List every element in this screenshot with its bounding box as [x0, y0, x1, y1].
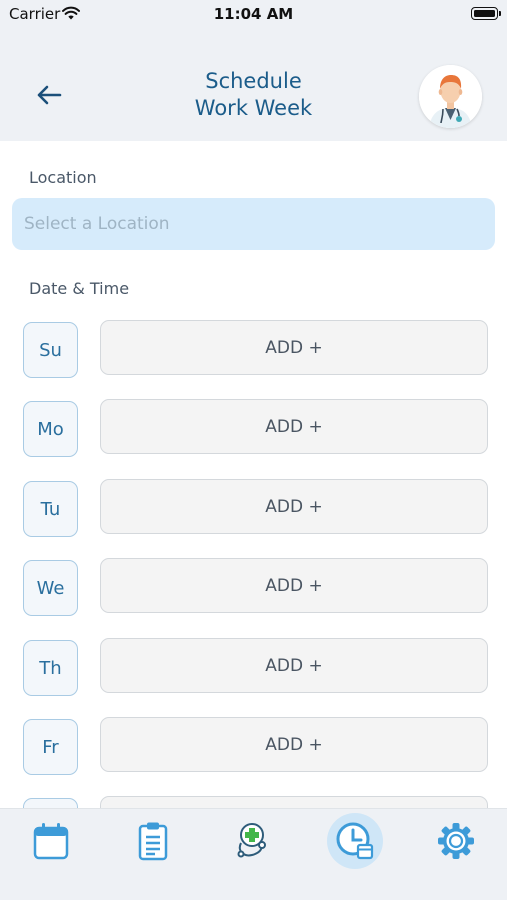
add-time-button-monday[interactable]: ADD +	[100, 399, 488, 454]
back-button[interactable]	[34, 80, 64, 110]
gear-icon	[438, 823, 474, 859]
tab-clipboard[interactable]	[125, 813, 181, 869]
calendar-icon	[33, 823, 69, 860]
page-title-line-2: Work Week	[194, 96, 313, 120]
day-badge-monday[interactable]: Mo	[23, 401, 78, 457]
tab-schedule[interactable]	[327, 813, 383, 869]
page-title-line-1: Schedule	[205, 69, 302, 93]
add-time-button-friday[interactable]: ADD +	[100, 717, 488, 772]
location-select-input[interactable]	[12, 198, 495, 250]
add-time-button-tuesday[interactable]: ADD +	[100, 479, 488, 534]
add-time-button-wednesday[interactable]: ADD +	[100, 558, 488, 613]
avatar[interactable]	[419, 65, 482, 128]
add-time-button-thursday[interactable]: ADD +	[100, 638, 488, 693]
arrow-left-icon	[37, 85, 62, 105]
page-title: Schedule Work Week	[120, 68, 387, 122]
clock-time: 11:04 AM	[213, 5, 294, 23]
battery-icon	[471, 7, 501, 20]
date-time-label: Date & Time	[29, 279, 130, 298]
bottom-tab-bar	[0, 808, 507, 900]
day-badge-thursday[interactable]: Th	[23, 640, 78, 696]
clipboard-icon	[138, 822, 168, 861]
location-label: Location	[29, 168, 97, 187]
day-badge-sunday[interactable]: Su	[23, 322, 78, 378]
tab-health[interactable]	[224, 813, 280, 869]
day-badge-tuesday[interactable]: Tu	[23, 481, 78, 537]
stethoscope-icon	[237, 823, 266, 858]
day-badge-wednesday[interactable]: We	[23, 560, 78, 616]
add-time-button-sunday[interactable]: ADD +	[100, 320, 488, 375]
doctor-avatar-icon	[419, 65, 482, 128]
nav-header: Schedule Work Week	[0, 30, 507, 141]
status-bar: Carrier 11:04 AM	[0, 0, 507, 30]
tab-calendar[interactable]	[23, 813, 79, 869]
day-badge-friday[interactable]: Fr	[23, 719, 78, 775]
tab-settings[interactable]	[428, 813, 484, 869]
clock-calendar-icon	[336, 822, 374, 860]
